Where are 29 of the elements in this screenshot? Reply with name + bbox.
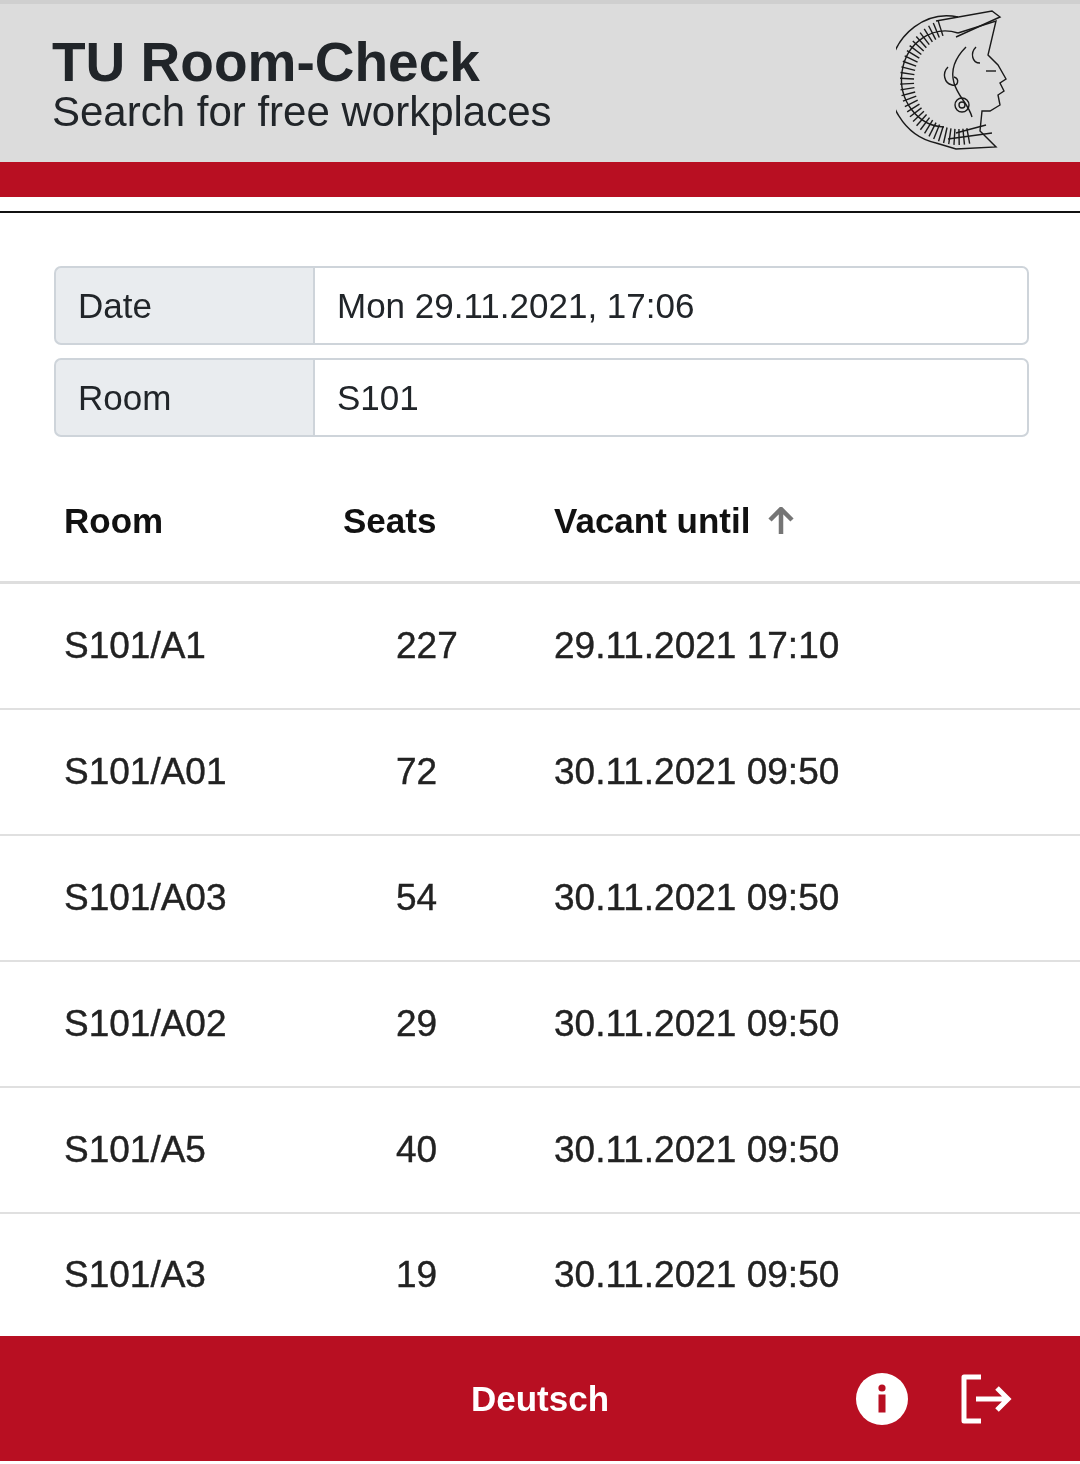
field-label: Room — [54, 358, 313, 437]
table-cell: 30.11.2021 09:50 — [554, 1129, 840, 1171]
table-cell: 30.11.2021 09:50 — [554, 751, 840, 793]
logout-icon[interactable] — [961, 1372, 1013, 1425]
language-button[interactable]: Deutsch — [470, 1378, 610, 1419]
table-cell: 227 — [396, 625, 458, 667]
table-cell: S101/A1 — [64, 625, 206, 667]
table-cell: 72 — [396, 751, 438, 793]
column-header[interactable]: Seats — [343, 501, 437, 541]
table-cell: S101/A3 — [64, 1254, 206, 1296]
arrow-up-icon — [768, 507, 795, 535]
table-cell: S101/A01 — [64, 751, 227, 793]
table-cell: 40 — [396, 1129, 438, 1171]
info-icon[interactable] — [856, 1372, 908, 1425]
table-cell: S101/A03 — [64, 877, 227, 919]
table-cell: 30.11.2021 09:50 — [554, 1254, 840, 1296]
table-cell: 54 — [396, 877, 438, 919]
input-field[interactable]: Mon 29.11.2021, 17:06 — [313, 266, 1029, 345]
column-header[interactable]: Vacant until — [554, 501, 795, 541]
column-header[interactable]: Room — [64, 501, 164, 541]
table-cell: 29.11.2021 17:10 — [554, 625, 840, 667]
table-cell: 30.11.2021 09:50 — [554, 1003, 840, 1045]
table-cell: 29 — [396, 1003, 438, 1045]
table-cell: S101/A02 — [64, 1003, 227, 1045]
field-label: Date — [54, 266, 313, 345]
input-field[interactable]: S101 — [313, 358, 1029, 437]
table-cell: 19 — [396, 1254, 438, 1296]
table-cell: S101/A5 — [64, 1129, 206, 1171]
table-cell: 30.11.2021 09:50 — [554, 877, 840, 919]
